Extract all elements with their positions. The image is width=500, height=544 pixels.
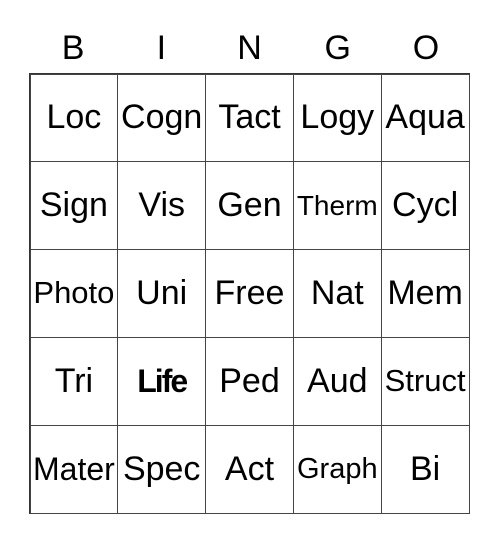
cell-word: Gen [217, 186, 282, 225]
bingo-cell[interactable]: Gen [205, 161, 294, 251]
bingo-cell[interactable]: Aud [292, 336, 382, 426]
bingo-cell[interactable]: Vis [117, 161, 207, 251]
bingo-cell[interactable]: Sign [29, 161, 119, 251]
cell-word: Mem [387, 273, 463, 312]
cell-word: Vis [138, 186, 185, 225]
bingo-cell[interactable]: Logy [292, 73, 382, 163]
bingo-cell[interactable]: Spec [117, 424, 207, 514]
cell-word: Tri [54, 361, 94, 400]
cell-word: Life [137, 362, 188, 399]
cell-word: Mater [33, 450, 115, 487]
bingo-cell[interactable]: Therm [292, 161, 382, 251]
bingo-cell[interactable]: Struct [380, 336, 470, 426]
cell-word: Cycl [392, 186, 459, 225]
bingo-cell[interactable]: Free [205, 249, 294, 338]
bingo-cell[interactable]: Uni [117, 249, 207, 338]
header-letter: N [237, 29, 262, 67]
header-letter: G [324, 29, 351, 67]
header-letter: I [156, 29, 167, 67]
cell-word: Loc [46, 98, 102, 137]
bingo-cell[interactable]: Mater [29, 424, 119, 514]
cell-word: Therm [296, 189, 378, 221]
cell-word: Free [214, 273, 285, 312]
cell-word: Ped [219, 361, 280, 400]
bingo-header: BINGO [29, 26, 470, 70]
bingo-cell-free[interactable]: Life [117, 336, 207, 426]
bingo-cell[interactable]: Ped [205, 336, 294, 426]
cell-word: Spec [122, 449, 201, 488]
bingo-cell[interactable]: Nat [292, 249, 382, 338]
bingo-cell[interactable]: Mem [380, 249, 470, 338]
cell-word: Photo [33, 275, 115, 311]
bingo-cell[interactable]: Graph [292, 424, 382, 514]
cell-word: Nat [310, 273, 364, 312]
cell-word: Logy [300, 98, 375, 137]
cell-word: Uni [136, 273, 188, 312]
cell-word: Graph [296, 452, 378, 485]
bingo-cell[interactable]: Tact [205, 73, 294, 163]
header-letter: B [61, 29, 85, 67]
cell-word: Sign [39, 186, 108, 225]
bingo-cell[interactable]: Loc [29, 73, 119, 163]
cell-word: Struct [384, 363, 466, 399]
bingo-cell[interactable]: Tri [29, 336, 119, 426]
bingo-cell[interactable]: Cycl [380, 161, 470, 251]
cell-word: Aud [307, 361, 368, 400]
cell-word: Cogn [121, 98, 203, 137]
cell-word: Aqua [385, 98, 465, 137]
header-letter: O [412, 29, 440, 67]
cell-word: Act [224, 449, 275, 488]
bingo-cell[interactable]: Aqua [380, 73, 470, 163]
cell-word: Bi [409, 449, 441, 488]
bingo-grid: Loc Cogn Tact Logy Aqua Sign Vis Gen Therm Cycl Ph… [29, 73, 470, 514]
bingo-cell[interactable]: Cogn [117, 73, 207, 163]
cell-word: Tact [218, 98, 281, 137]
bingo-cell[interactable]: Bi [380, 424, 470, 514]
bingo-cell[interactable]: Act [205, 424, 294, 514]
bingo-cell[interactable]: Photo [29, 249, 119, 338]
